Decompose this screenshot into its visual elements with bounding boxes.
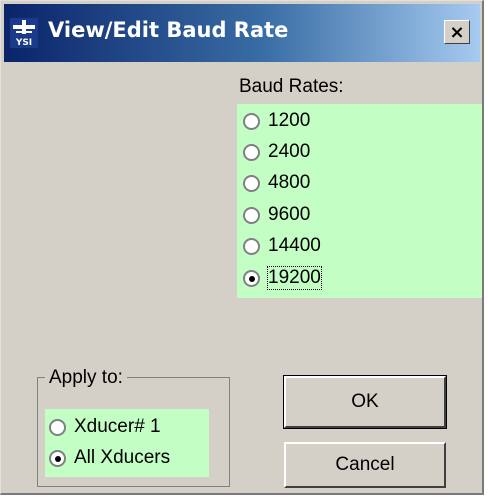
cancel-button[interactable]: Cancel bbox=[284, 442, 446, 488]
apply-option-all-xducers[interactable]: All Xducers bbox=[49, 443, 170, 473]
radio-button-selected[interactable] bbox=[243, 269, 260, 287]
radio-button[interactable] bbox=[49, 418, 66, 436]
baud-option-label: 1200 bbox=[268, 110, 311, 131]
radio-button[interactable] bbox=[243, 143, 260, 161]
baud-option-19200[interactable]: 19200 bbox=[243, 263, 322, 293]
baud-option-label: 19200 bbox=[267, 266, 322, 290]
apply-option-label: All Xducers bbox=[74, 447, 171, 468]
baud-option-14400[interactable]: 14400 bbox=[243, 231, 321, 261]
baud-rate-group: 1200 2400 4800 9600 14400 19200 bbox=[237, 104, 482, 298]
baud-option-label: 2400 bbox=[268, 141, 311, 162]
baud-option-label: 9600 bbox=[268, 204, 311, 225]
radio-button[interactable] bbox=[243, 237, 260, 255]
baud-option-label: 14400 bbox=[268, 235, 321, 256]
ysi-logo-text: YSI bbox=[15, 38, 32, 48]
radio-button[interactable] bbox=[243, 174, 260, 192]
apply-option-label: Xducer# 1 bbox=[74, 416, 161, 437]
baud-option-1200[interactable]: 1200 bbox=[243, 106, 310, 136]
baud-rates-label: Baud Rates: bbox=[239, 76, 344, 97]
radio-button[interactable] bbox=[243, 112, 260, 130]
radio-button-selected[interactable] bbox=[49, 449, 66, 467]
apply-to-group: Xducer# 1 All Xducers bbox=[45, 409, 209, 477]
baud-option-label: 4800 bbox=[268, 172, 311, 193]
radio-button[interactable] bbox=[243, 206, 260, 224]
dialog-window: YSI View/Edit Baud Rate × Baud Rates: 12… bbox=[0, 0, 484, 495]
window-title: View/Edit Baud Rate bbox=[48, 18, 289, 42]
ok-button[interactable]: OK bbox=[283, 375, 447, 429]
ysi-app-icon: YSI bbox=[10, 18, 38, 48]
baud-option-2400[interactable]: 2400 bbox=[243, 137, 310, 167]
close-button[interactable]: × bbox=[444, 20, 470, 44]
close-icon: × bbox=[449, 21, 465, 43]
baud-option-9600[interactable]: 9600 bbox=[243, 200, 310, 230]
title-bar[interactable]: YSI View/Edit Baud Rate × bbox=[4, 4, 480, 62]
apply-option-xducer1[interactable]: Xducer# 1 bbox=[49, 412, 161, 442]
apply-to-legend: Apply to: bbox=[45, 367, 127, 389]
baud-option-4800[interactable]: 4800 bbox=[243, 168, 310, 198]
